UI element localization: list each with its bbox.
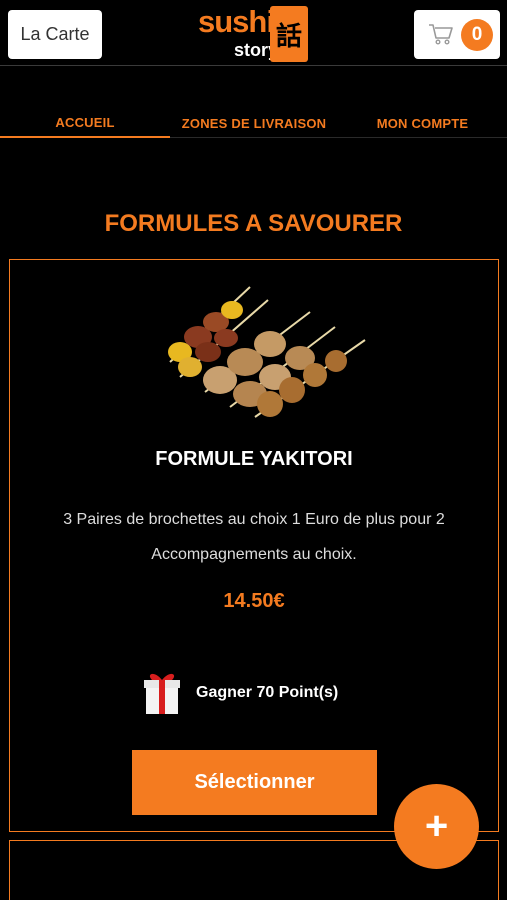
- app-header: La Carte sushi story 話 0: [0, 0, 507, 66]
- logo-kanji: 話: [270, 6, 308, 62]
- tab-zones-de-livraison[interactable]: ZONES DE LIVRAISON: [170, 108, 338, 138]
- tab-accueil[interactable]: ACCUEIL: [0, 108, 170, 138]
- product-description: 3 Paires de brochettes au choix 1 Euro d…: [63, 511, 445, 563]
- product-name: FORMULE YAKITORI: [155, 448, 353, 470]
- cart-count-badge: 0: [461, 19, 493, 51]
- points-label: Gagner 70 Point(s): [196, 684, 339, 701]
- section-title: FORMULES A SAVOURER: [104, 210, 403, 237]
- product-price: 14.50€: [223, 590, 285, 612]
- cart-button[interactable]: 0: [414, 10, 500, 59]
- sushi-story-logo[interactable]: sushi story 話: [198, 4, 310, 64]
- loyalty-points: Gagner 70 Point(s): [140, 668, 338, 718]
- select-button[interactable]: Sélectionner: [132, 750, 377, 815]
- menu-carte-button[interactable]: La Carte: [8, 10, 102, 59]
- logo-text-main: sushi: [198, 4, 275, 39]
- add-fab-button[interactable]: +: [394, 784, 479, 869]
- main-nav: ACCUEIL ZONES DE LIVRAISON MON COMPTE: [0, 108, 507, 138]
- gift-icon: [144, 673, 180, 714]
- cart-icon: [429, 24, 453, 45]
- yakitori-skewers-image: [168, 286, 366, 418]
- tab-mon-compte[interactable]: MON COMPTE: [338, 108, 507, 138]
- product-card: FORMULE YAKITORI 3 Paires de brochettes …: [9, 259, 499, 832]
